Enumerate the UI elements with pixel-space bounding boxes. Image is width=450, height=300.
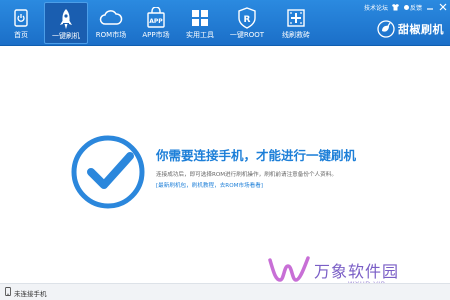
top-toolbar: 首页 一键刷机 ROM市场 APP APP市场 实用工具 R 一键ROOT 线刷… (0, 0, 450, 46)
brand: 甜椒刷机 (377, 20, 444, 38)
nav-line-flash-rescue-label: 线刷救砖 (282, 31, 310, 39)
nav-utilities-label: 实用工具 (186, 31, 214, 39)
rocket-icon (54, 7, 78, 31)
nav-rom-market[interactable]: ROM市场 (91, 2, 131, 44)
nav-line-flash-rescue[interactable]: 线刷救砖 (276, 2, 316, 44)
brand-name: 甜椒刷机 (398, 23, 444, 36)
nav-one-click-root-label: 一键ROOT (229, 31, 265, 39)
feedback-icon (403, 4, 409, 10)
plus-tool-icon (284, 6, 308, 30)
connection-status-text: 未连接手机 (14, 289, 47, 298)
nav-rom-market-label: ROM市场 (95, 31, 127, 39)
status-bar: 未连接手机 (0, 283, 450, 300)
home-icon (9, 6, 33, 30)
cloud-icon (99, 6, 123, 30)
grid-icon (188, 6, 212, 30)
feedback-label: 反馈 (409, 4, 422, 12)
nav-home[interactable]: 首页 (4, 2, 38, 44)
skin-icon[interactable] (391, 2, 401, 12)
check-circle-icon (70, 134, 146, 210)
root-shield-icon: R (235, 6, 259, 30)
main-panel: 你需要连接手机，才能进行一键刷机 连接成功后，即可选择ROM进行刷机操作，刷机前… (0, 47, 450, 283)
feedback-button[interactable]: 反馈 (403, 3, 422, 12)
nav-app-market-label: APP市场 (142, 31, 170, 39)
nav-utilities[interactable]: 实用工具 (180, 2, 220, 44)
forum-link[interactable]: 技术论坛 (364, 3, 388, 12)
nav-one-click-flash-label: 一键刷机 (52, 32, 80, 40)
helper-links[interactable]: [最新刷机包，刷机教程，去ROM市场看看] (156, 181, 396, 189)
connect-description: 连接成功后，即可选择ROM进行刷机操作，刷机前请注意备份个人资料。 (156, 172, 337, 178)
close-icon[interactable] (438, 2, 448, 12)
connect-title: 你需要连接手机，才能进行一键刷机 (156, 148, 357, 163)
nav-one-click-root[interactable]: R 一键ROOT (225, 2, 269, 44)
app-window: 首页 一键刷机 ROM市场 APP APP市场 实用工具 R 一键ROOT 线刷… (0, 0, 450, 300)
connection-status: 未连接手机 (5, 287, 47, 298)
svg-text:R: R (244, 15, 251, 25)
watermark-text: 万象软件园 (314, 262, 400, 281)
window-controls: 技术论坛 反馈 (364, 1, 448, 13)
forum-link-label: 技术论坛 (363, 4, 388, 12)
nav-one-click-flash[interactable]: 一键刷机 (44, 2, 88, 44)
minimize-icon[interactable] (425, 2, 435, 12)
phone-icon (5, 287, 11, 298)
connect-message: 你需要连接手机，才能进行一键刷机 连接成功后，即可选择ROM进行刷机操作，刷机前… (156, 145, 396, 189)
nav-home-label: 首页 (14, 31, 28, 39)
app-bag-icon: APP (144, 6, 168, 30)
svg-text:APP: APP (149, 18, 163, 25)
pepper-logo-icon (377, 20, 395, 38)
nav-app-market[interactable]: APP APP市场 (137, 2, 175, 44)
